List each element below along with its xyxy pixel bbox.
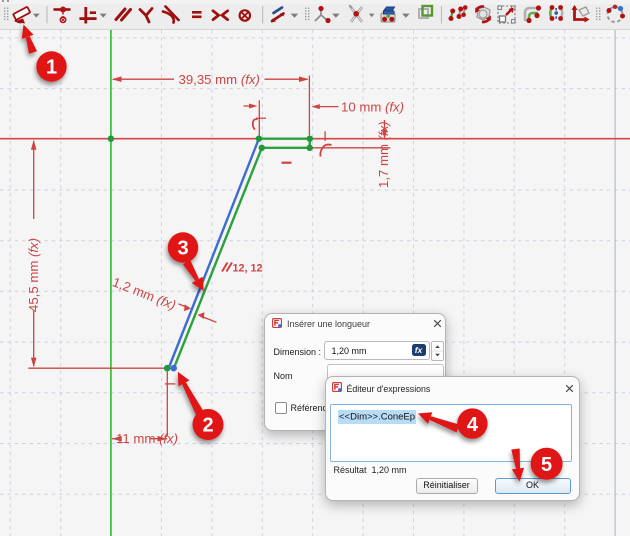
svg-text:39,35 mm (fx): 39,35 mm (fx) <box>179 72 260 87</box>
svg-text:12, 12: 12, 12 <box>233 263 263 275</box>
svg-text:10 mm (fx): 10 mm (fx) <box>341 100 404 115</box>
svg-text:1,7 mm (fx): 1,7 mm (fx) <box>376 121 391 188</box>
svg-text:1,2 mm (fx): 1,2 mm (fx) <box>110 274 178 312</box>
svg-text:45,5 mm (fx): 45,5 mm (fx) <box>26 238 41 312</box>
svg-text:11 mm (fx): 11 mm (fx) <box>116 431 178 446</box>
